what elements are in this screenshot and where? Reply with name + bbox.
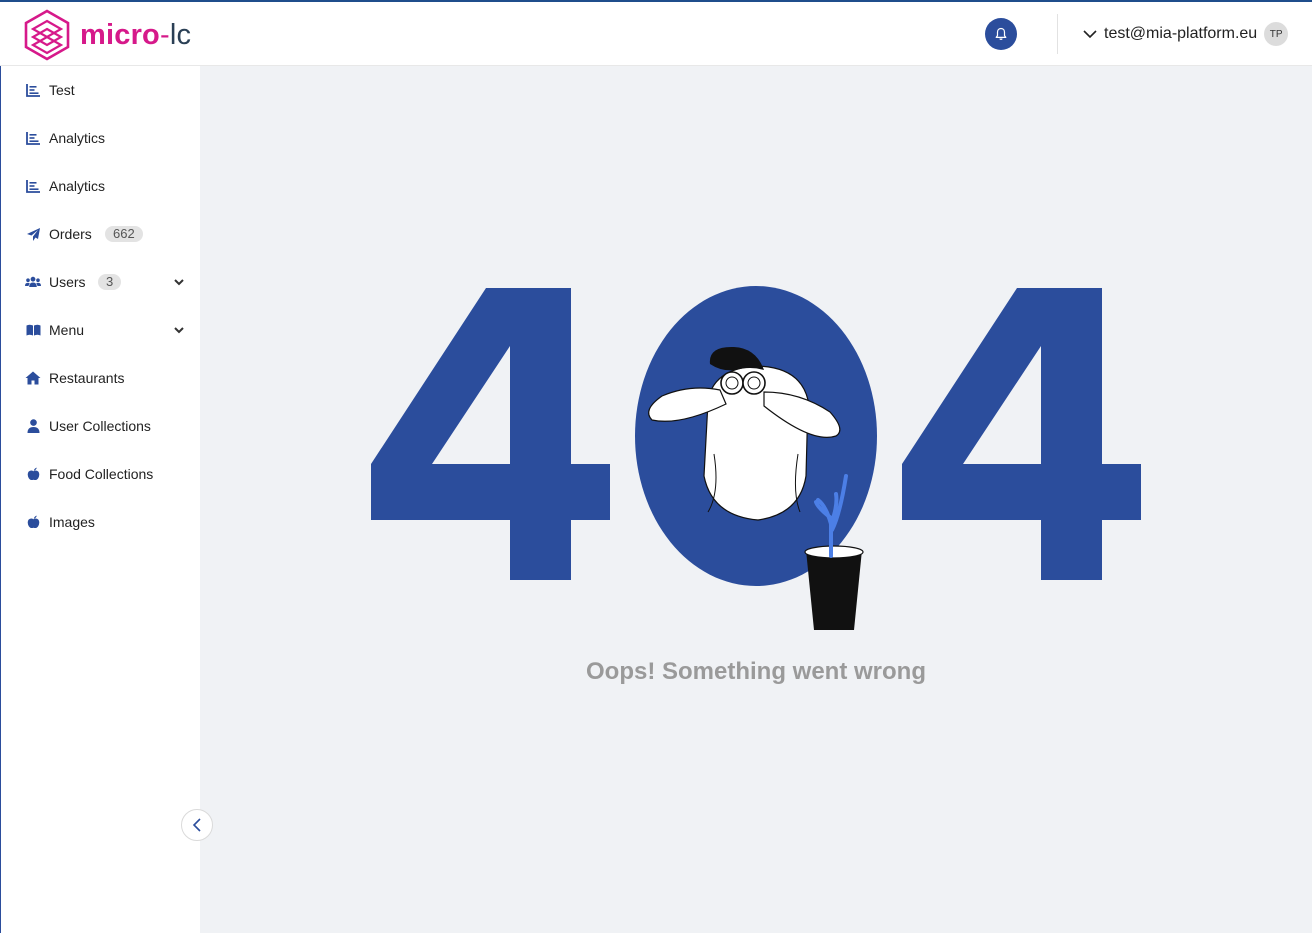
plant-pot xyxy=(806,550,862,630)
app-header: micro-lc test@mia-platform.eu TP xyxy=(0,2,1312,66)
paper-plane-icon xyxy=(25,226,41,242)
sidebar-item-test[interactable]: Test xyxy=(1,70,201,110)
header-divider xyxy=(1057,14,1058,54)
book-icon xyxy=(25,322,41,338)
sidebar: Test Analytics Analytics Orders 662 User… xyxy=(0,66,200,933)
orders-count-badge: 662 xyxy=(105,226,143,242)
apple-icon xyxy=(25,514,41,530)
sidebar-item-images[interactable]: Images xyxy=(1,502,201,542)
logo[interactable]: micro-lc xyxy=(24,9,191,61)
error-message: Oops! Something went wrong xyxy=(586,658,926,685)
sidebar-item-food-collections[interactable]: Food Collections xyxy=(1,454,201,494)
notifications-button[interactable] xyxy=(985,18,1017,50)
sidebar-item-users[interactable]: Users 3 xyxy=(1,262,201,302)
sidebar-item-analytics[interactable]: Analytics xyxy=(1,118,201,158)
chevron-down-icon[interactable] xyxy=(173,276,185,288)
avatar[interactable]: TP xyxy=(1264,22,1289,46)
logo-primary-text: micro xyxy=(80,18,160,51)
bar-chart-icon xyxy=(25,130,41,146)
sidebar-item-label: Menu xyxy=(49,322,85,338)
sidebar-item-user-collections[interactable]: User Collections xyxy=(1,406,201,446)
digit-four-left xyxy=(371,288,610,580)
user-menu[interactable]: test@mia-platform.eu TP xyxy=(1082,22,1289,46)
user-email: test@mia-platform.eu xyxy=(1104,25,1258,42)
logo-secondary-text: lc xyxy=(169,18,192,51)
logo-text: micro-lc xyxy=(80,19,191,52)
chevron-down-icon xyxy=(1083,30,1097,39)
bar-chart-icon xyxy=(25,178,41,194)
sidebar-item-label: User Collections xyxy=(49,418,151,434)
sidebar-collapse-button[interactable] xyxy=(181,809,213,841)
users-icon xyxy=(25,274,41,290)
apple-icon xyxy=(25,466,41,482)
chevron-left-icon xyxy=(192,818,201,832)
home-icon xyxy=(25,370,41,386)
binocular-left xyxy=(720,371,744,395)
sidebar-item-label: Restaurants xyxy=(49,370,125,386)
sidebar-item-label: Food Collections xyxy=(49,466,154,482)
sidebar-item-label: Analytics xyxy=(49,178,106,194)
sidebar-item-restaurants[interactable]: Restaurants xyxy=(1,358,201,398)
logo-dash: - xyxy=(159,18,170,51)
digit-four-right xyxy=(902,288,1141,580)
bell-icon xyxy=(995,27,1007,40)
sidebar-item-label: Users xyxy=(49,274,86,290)
users-count-badge: 3 xyxy=(98,274,122,290)
error-404-illustration xyxy=(371,286,1141,630)
sidebar-item-label: Test xyxy=(49,82,75,98)
chevron-down-icon[interactable] xyxy=(173,324,185,336)
sidebar-item-label: Images xyxy=(49,514,95,530)
sidebar-item-label: Orders xyxy=(49,226,92,242)
logo-mark-icon xyxy=(24,9,70,61)
sidebar-item-menu[interactable]: Menu xyxy=(1,310,201,350)
user-icon xyxy=(25,418,41,434)
sidebar-item-analytics-2[interactable]: Analytics xyxy=(1,166,201,206)
sidebar-item-orders[interactable]: Orders 662 xyxy=(1,214,201,254)
bar-chart-icon xyxy=(25,82,41,98)
binocular-right xyxy=(742,371,766,395)
sidebar-item-label: Analytics xyxy=(49,130,106,146)
